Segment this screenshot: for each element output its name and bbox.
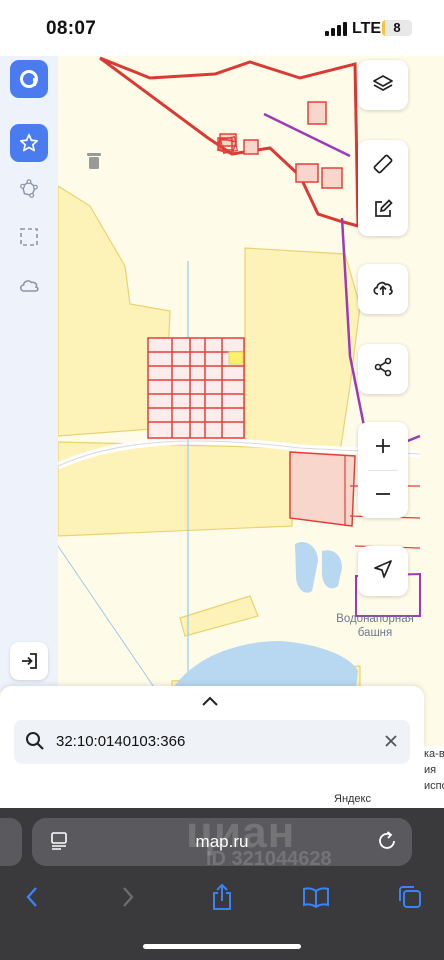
navigate-icon	[372, 558, 394, 585]
map-side-text: ка-в ия использо	[424, 746, 444, 794]
zoom-out-icon[interactable]	[358, 470, 408, 518]
previous-tab[interactable]	[0, 818, 22, 866]
house-5	[321, 167, 343, 189]
polygon-icon[interactable]	[10, 170, 48, 208]
sidebar	[0, 56, 58, 692]
tabs-icon[interactable]	[392, 882, 428, 912]
forward-icon[interactable]	[110, 882, 146, 912]
search-input[interactable]: 32:10:0140103:366	[56, 733, 185, 750]
star-icon[interactable]	[10, 124, 48, 162]
yandex-attribution: Яндекс	[334, 793, 371, 805]
search-field[interactable]: 32:10:0140103:366	[14, 720, 410, 764]
zoom-in-icon[interactable]	[358, 422, 408, 470]
upload-button[interactable]	[358, 264, 408, 314]
status-bar: 08:07 LTE 8	[0, 0, 444, 56]
chevron-up-icon[interactable]	[200, 694, 220, 708]
highlighted-parcel	[228, 351, 244, 365]
cian-watermark-id: ID 321044628	[206, 848, 332, 870]
tools-group	[358, 140, 408, 236]
close-icon[interactable]	[382, 732, 400, 755]
browser-chrome: map.ru циан ID 321044628	[0, 808, 444, 960]
network-type: LTE	[352, 20, 382, 37]
battery-icon: 8	[382, 20, 412, 36]
battery-level: 8	[393, 20, 401, 35]
parcel-yellow-center	[244, 247, 361, 453]
status-time: 08:07	[46, 18, 97, 39]
house-3	[307, 101, 327, 125]
reload-icon[interactable]	[376, 830, 398, 857]
map-label-water-tower: Водонапорная башня	[336, 613, 414, 639]
navigate-button[interactable]	[358, 546, 408, 596]
share-icon[interactable]	[204, 882, 240, 912]
edit-icon[interactable]	[372, 198, 394, 225]
layers-icon	[372, 73, 394, 98]
search-sheet: 32:10:0140103:366	[0, 686, 424, 790]
share-icon	[373, 357, 393, 382]
zoom-controls	[358, 422, 408, 518]
attribution-row: Яндекс	[0, 790, 444, 810]
search-icon	[24, 730, 46, 757]
layers-button[interactable]	[358, 60, 408, 110]
app-logo-icon[interactable]	[10, 60, 48, 98]
signal-icon	[325, 22, 347, 36]
cloud-icon[interactable]	[10, 266, 48, 304]
home-indicator	[143, 944, 301, 949]
trash-map-icon	[87, 153, 101, 169]
upload-icon	[371, 277, 395, 302]
login-icon[interactable]	[10, 642, 48, 680]
share-map-button[interactable]	[358, 344, 408, 394]
house-4	[295, 163, 319, 183]
dashed-square-icon[interactable]	[10, 218, 48, 256]
house-2	[243, 139, 259, 155]
back-icon[interactable]	[14, 882, 50, 912]
bookmarks-icon[interactable]	[298, 882, 334, 912]
ruler-icon[interactable]	[372, 153, 394, 180]
